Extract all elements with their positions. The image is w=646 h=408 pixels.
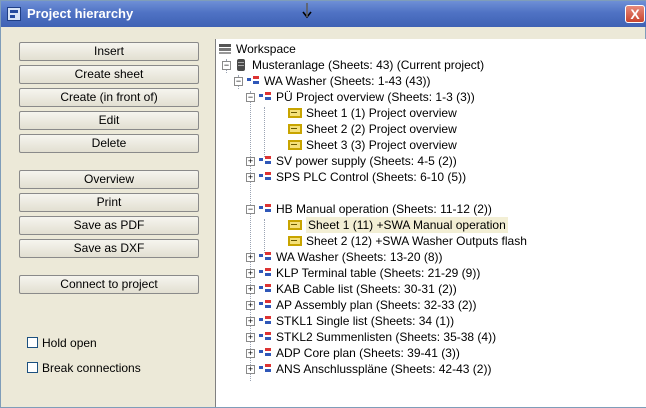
group-icon bbox=[259, 348, 271, 356]
window-icon bbox=[7, 7, 21, 21]
create-in-front-button[interactable]: Create (in front of) bbox=[19, 88, 199, 107]
tree-node-label: ADP Core plan (Sheets: 39-41 (3)) bbox=[276, 346, 460, 360]
sheet-icon bbox=[288, 140, 302, 150]
edit-button[interactable]: Edit bbox=[19, 111, 199, 130]
group-icon bbox=[259, 316, 271, 324]
group-icon bbox=[259, 332, 271, 340]
expand-toggle[interactable]: + bbox=[246, 301, 255, 310]
group-icon bbox=[259, 204, 271, 212]
project-hierarchy-window: Project hierarchy X Insert Create sheet … bbox=[0, 0, 646, 408]
tree-node-label: WA Washer (Sheets: 13-20 (8)) bbox=[276, 250, 443, 264]
expand-toggle[interactable]: + bbox=[246, 157, 255, 166]
sheet-icon bbox=[288, 236, 302, 246]
group-icon bbox=[259, 284, 271, 292]
tree-node-label: ANS Anschlusspläne (Sheets: 42-43 (2)) bbox=[276, 362, 492, 376]
delete-button[interactable]: Delete bbox=[19, 134, 199, 153]
group-icon bbox=[259, 300, 271, 308]
expand-toggle[interactable]: + bbox=[246, 253, 255, 262]
overview-button[interactable]: Overview bbox=[19, 170, 199, 189]
tree-node-label: SPS PLC Control (Sheets: 6-10 (5)) bbox=[276, 170, 467, 184]
expand-toggle[interactable]: + bbox=[246, 333, 255, 342]
collapse-toggle[interactable]: − bbox=[246, 93, 255, 102]
tree-line bbox=[264, 107, 265, 157]
window-title: Project hierarchy bbox=[27, 6, 134, 21]
tree-node-label: Sheet 2 (12) +SWA Washer Outputs flash bbox=[306, 234, 527, 248]
tree-node-label: Sheet 2 (2) Project overview bbox=[306, 122, 457, 136]
tree-node-label: SV power supply (Sheets: 4-5 (2)) bbox=[276, 154, 457, 168]
insert-button[interactable]: Insert bbox=[19, 42, 199, 61]
tree-node-label: STKL2 Summenlisten (Sheets: 35-38 (4)) bbox=[276, 330, 497, 344]
title-bar[interactable]: Project hierarchy X bbox=[1, 1, 646, 27]
sheet-icon bbox=[288, 220, 302, 230]
tree-node-label: PÜ Project overview (Sheets: 1-3 (3)) bbox=[276, 90, 475, 104]
checkbox-box[interactable] bbox=[27, 337, 38, 348]
tree-node-label: Musteranlage (Sheets: 43) (Current proje… bbox=[252, 58, 485, 72]
collapse-toggle[interactable]: − bbox=[246, 205, 255, 214]
collapse-toggle[interactable]: − bbox=[234, 77, 243, 86]
tree-node-label: Sheet 1 (11) +SWA Manual operation bbox=[306, 217, 508, 233]
tree-node-label: KLP Terminal table (Sheets: 21-29 (9)) bbox=[276, 266, 481, 280]
action-panel: Insert Create sheet Create (in front of)… bbox=[3, 37, 214, 407]
database-icon bbox=[237, 59, 245, 71]
print-button[interactable]: Print bbox=[19, 193, 199, 212]
group-icon bbox=[259, 156, 271, 164]
mouse-cursor-icon bbox=[302, 3, 312, 19]
sheet-icon bbox=[288, 124, 302, 134]
group-icon bbox=[259, 92, 271, 100]
group-icon bbox=[247, 76, 259, 84]
expand-toggle[interactable]: + bbox=[246, 269, 255, 278]
group-icon bbox=[259, 252, 271, 260]
break-connections-label: Break connections bbox=[42, 361, 141, 375]
tree-node-label: STKL1 Single list (Sheets: 34 (1)) bbox=[276, 314, 455, 328]
checkbox-box[interactable] bbox=[27, 362, 38, 373]
collapse-toggle[interactable]: − bbox=[222, 61, 231, 70]
connect-to-project-button[interactable]: Connect to project bbox=[19, 275, 199, 294]
expand-toggle[interactable]: + bbox=[246, 317, 255, 326]
close-button[interactable]: X bbox=[625, 5, 645, 23]
tree-node-label: Sheet 1 (1) Project overview bbox=[306, 106, 457, 120]
project-tree[interactable]: Workspace − Musteranlage (Sheets: 43) (C… bbox=[215, 39, 646, 407]
tree-node-label: WA Washer (Sheets: 1-43 (43)) bbox=[264, 74, 431, 88]
expand-toggle[interactable]: + bbox=[246, 365, 255, 374]
workspace-icon bbox=[219, 44, 231, 54]
group-icon bbox=[259, 268, 271, 276]
tree-line bbox=[264, 219, 265, 253]
group-icon bbox=[259, 364, 271, 372]
save-pdf-button[interactable]: Save as PDF bbox=[19, 216, 199, 235]
expand-toggle[interactable]: + bbox=[246, 173, 255, 182]
expand-toggle[interactable]: + bbox=[246, 349, 255, 358]
sheet-icon bbox=[288, 108, 302, 118]
hold-open-label: Hold open bbox=[42, 336, 97, 350]
tree-node-label: Sheet 3 (3) Project overview bbox=[306, 138, 457, 152]
tree-node-label: KAB Cable list (Sheets: 30-31 (2)) bbox=[276, 282, 457, 296]
group-icon bbox=[259, 172, 271, 180]
expand-toggle[interactable]: + bbox=[246, 285, 255, 294]
tree-node-label: HB Manual operation (Sheets: 11-12 (2)) bbox=[276, 202, 492, 216]
save-dxf-button[interactable]: Save as DXF bbox=[19, 239, 199, 258]
create-sheet-button[interactable]: Create sheet bbox=[19, 65, 199, 84]
tree-node-label: AP Assembly plan (Sheets: 32-33 (2)) bbox=[276, 298, 477, 312]
tree-node-label: Workspace bbox=[236, 42, 296, 56]
